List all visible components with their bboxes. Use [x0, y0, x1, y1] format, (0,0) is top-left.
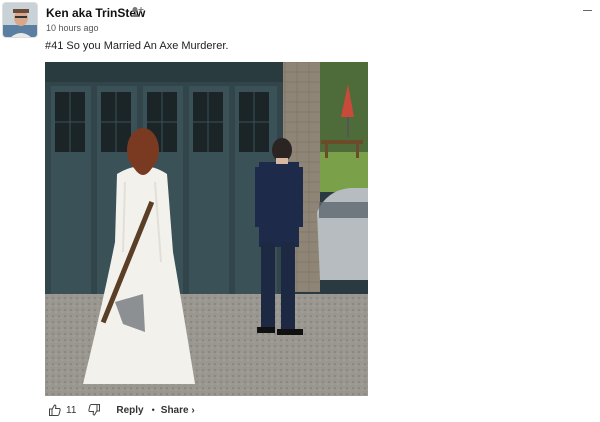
thumbs-down-icon	[88, 404, 101, 416]
post-text: #41 So you Married An Axe Murderer.	[45, 40, 229, 52]
avatar[interactable]	[2, 2, 38, 38]
post-image[interactable]	[45, 62, 368, 396]
thumbs-up-icon	[49, 404, 61, 416]
post-timestamp: 10 hours ago	[46, 23, 99, 33]
reply-button[interactable]: Reply	[116, 405, 143, 416]
post-actions: 11 Reply • Share ›	[49, 402, 207, 418]
dislike-button[interactable]	[88, 404, 101, 416]
like-button[interactable]: 11	[49, 404, 76, 416]
like-count: 11	[66, 404, 77, 416]
menu-collapse-icon[interactable]	[583, 10, 592, 11]
follow-user-icon[interactable]	[130, 5, 144, 17]
share-button[interactable]: Share ›	[161, 405, 195, 416]
action-separator: •	[151, 405, 155, 415]
